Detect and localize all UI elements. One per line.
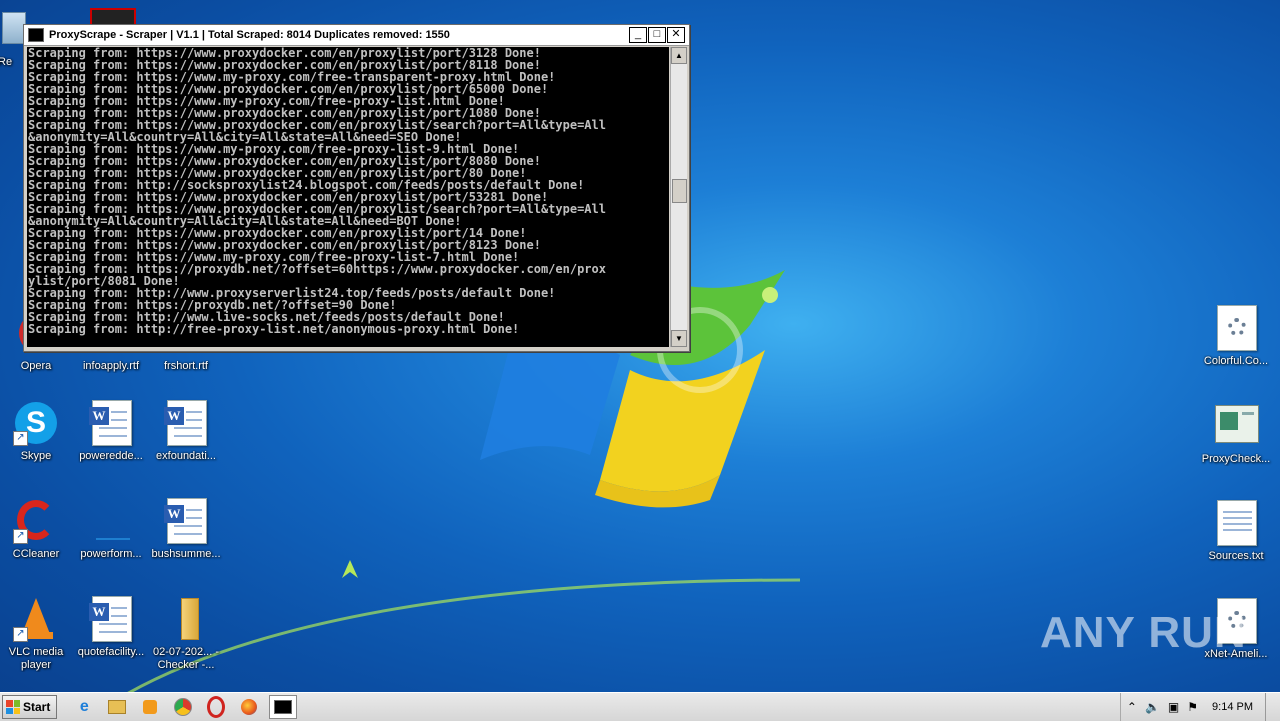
desktop-icon-quotefacility[interactable]: W quotefacility... (72, 596, 150, 659)
skype-icon: S ↗ (13, 400, 59, 446)
scrollbar-thumb[interactable] (672, 179, 687, 203)
desktop-icon-skype[interactable]: S ↗ Skype (0, 400, 75, 463)
taskbar-opera[interactable] (203, 696, 229, 718)
folder-icon (108, 700, 127, 714)
scroll-down-arrow-icon[interactable]: ▼ (671, 330, 687, 347)
vlc-cone-icon: ↗ (13, 596, 59, 642)
minimize-button[interactable]: _ (629, 27, 647, 43)
opera-icon (207, 696, 226, 718)
chrome-icon (174, 698, 193, 716)
show-desktop-button[interactable] (1265, 693, 1280, 721)
firefox-icon (241, 699, 258, 715)
folder-icon (163, 596, 209, 642)
desktop-icon-checker-folder[interactable]: 02-07-202... - Checker -... (147, 596, 225, 672)
desktop-icon-poweredde[interactable]: W poweredde... (72, 400, 150, 463)
system-tray: ⌃ 🔈 ▣ ⚑ 9:14 PM (1119, 693, 1280, 721)
taskbar-chrome[interactable] (170, 696, 196, 718)
desktop-icon-colorful[interactable]: Colorful.Co... (1197, 305, 1275, 368)
word-document-icon: W (163, 400, 209, 446)
desktop-icon-exfoundati[interactable]: W exfoundati... (147, 400, 225, 463)
scroll-up-arrow-icon[interactable]: ▲ (671, 47, 687, 64)
windows-flag-icon (6, 700, 20, 714)
window-title: ProxyScrape - Scraper | V1.1 | Total Scr… (49, 29, 450, 41)
console-text: Scraping from: https://www.proxydocker.c… (28, 47, 606, 336)
desktop-icon-sources-txt[interactable]: Sources.txt (1197, 500, 1275, 563)
ccleaner-icon: ↗ (13, 498, 59, 544)
text-file-icon (1213, 500, 1259, 546)
network-icon[interactable]: ▣ (1168, 700, 1179, 714)
word-document-icon: W (88, 596, 134, 642)
taskbar-console-window[interactable] (269, 695, 298, 719)
vertical-scrollbar[interactable]: ▲ ▼ (670, 47, 687, 347)
flag-icon[interactable]: ⚑ (1187, 700, 1198, 714)
gear-document-icon (1213, 305, 1259, 351)
taskbar-explorer[interactable] (104, 696, 130, 718)
window-titlebar[interactable]: ProxyScrape - Scraper | V1.1 | Total Scr… (24, 25, 689, 46)
console-output[interactable]: Scraping from: https://www.proxydocker.c… (27, 47, 669, 347)
shortcut-arrow-icon: ↗ (13, 431, 28, 446)
speaker-icon[interactable]: 🔈 (1145, 700, 1160, 714)
taskbar-firefox[interactable] (236, 696, 262, 718)
shortcut-arrow-icon: ↗ (13, 627, 28, 642)
maximize-button[interactable]: □ (648, 27, 666, 43)
media-player-icon (143, 700, 158, 714)
chevron-up-icon[interactable]: ⌃ (1127, 700, 1137, 714)
desktop-icon-bushsumme[interactable]: W bushsumme... (147, 498, 225, 561)
console-icon (28, 28, 44, 42)
taskbar-media-player[interactable] (137, 696, 163, 718)
internet-explorer-icon: e (79, 698, 89, 715)
console-window[interactable]: ProxyScrape - Scraper | V1.1 | Total Scr… (23, 24, 690, 352)
desktop-icon-ccleaner[interactable]: ↗ CCleaner (0, 498, 75, 561)
taskbar: Start e ⌃ 🔈 ▣ ⚑ 9:14 PM (0, 692, 1280, 721)
shortcut-arrow-icon: ↗ (13, 529, 28, 544)
word-document-icon: W (88, 400, 134, 446)
start-button[interactable]: Start (2, 695, 58, 719)
desktop-icon-vlc[interactable]: ↗ VLC media player (0, 596, 75, 672)
anyrun-watermark: ANY RUN (1040, 608, 1247, 657)
word-document-icon: W (163, 498, 209, 544)
desktop-icon-powerform[interactable]: powerform... (72, 498, 150, 561)
close-button[interactable]: ✕ (667, 27, 685, 43)
app-window-icon (1213, 403, 1259, 449)
taskbar-ie[interactable]: e (71, 696, 97, 718)
desktop-icon-proxycheck[interactable]: ProxyCheck... (1197, 403, 1275, 466)
clock[interactable]: 9:14 PM (1212, 701, 1253, 713)
start-label: Start (23, 700, 51, 714)
console-icon (274, 700, 293, 714)
